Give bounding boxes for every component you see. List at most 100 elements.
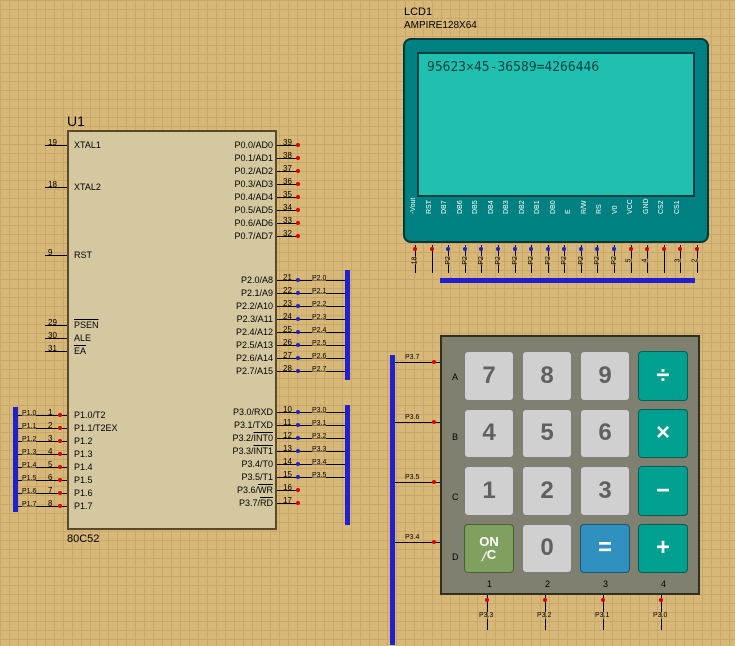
keypad-key-4[interactable]: 4 bbox=[464, 409, 514, 459]
keypad-col-label: 1 bbox=[487, 579, 492, 589]
keypad-key-2[interactable]: 2 bbox=[522, 466, 572, 516]
net-dot bbox=[296, 208, 300, 212]
mcu-ref: U1 bbox=[67, 113, 85, 129]
net-dot bbox=[432, 480, 436, 484]
mcu-pin-name: P3.2/INT0 bbox=[232, 433, 273, 443]
pin-wire bbox=[45, 351, 67, 352]
net-dot bbox=[58, 452, 62, 456]
mcu-pin-name: P2.0/A8 bbox=[241, 275, 273, 285]
keypad-col-label: 4 bbox=[661, 579, 666, 589]
mcu-pin-name: P3.7/RD bbox=[239, 498, 273, 508]
net-dot bbox=[58, 504, 62, 508]
net-dot bbox=[601, 598, 605, 602]
net-dot bbox=[296, 462, 300, 466]
keypad-row-net: P3.7 bbox=[405, 354, 419, 361]
net-dot bbox=[629, 247, 633, 251]
net-dot bbox=[296, 278, 300, 282]
net-label: P3.2 bbox=[312, 433, 326, 440]
keypad-key-ONC[interactable]: ON╱C bbox=[464, 524, 514, 574]
net-dot bbox=[296, 195, 300, 199]
lcd-pin-label: CS1 bbox=[674, 200, 702, 214]
pin-wire bbox=[277, 412, 345, 413]
net-label: P2.2 bbox=[312, 301, 326, 308]
keypad-col-label: 3 bbox=[603, 579, 608, 589]
keypad-key-[interactable]: ÷ bbox=[638, 351, 688, 401]
lcd-net-label: P2 bbox=[495, 256, 502, 265]
net-dot bbox=[296, 369, 300, 373]
lcd-net-label: 18 bbox=[411, 257, 418, 265]
net-dot bbox=[430, 247, 434, 251]
net-label: P2.5 bbox=[312, 340, 326, 347]
keypad-bus bbox=[390, 355, 395, 645]
mcu-pin-name: P1.0/T2 bbox=[74, 410, 106, 420]
lcd-net-label: P2 bbox=[578, 256, 585, 265]
keypad-key-[interactable]: − bbox=[638, 466, 688, 516]
net-dot bbox=[413, 247, 417, 251]
mcu-pin-name: ALE bbox=[74, 333, 91, 343]
pin-wire bbox=[277, 293, 345, 294]
keypad-key-9[interactable]: 9 bbox=[580, 351, 630, 401]
mcu-pin-name: P1.4 bbox=[74, 462, 93, 472]
lcd-display-text: 95623×45-36589=4266446 bbox=[419, 54, 693, 82]
keypad-key-[interactable]: = bbox=[580, 524, 630, 574]
mcu-pin-name: P3.6/WR bbox=[237, 485, 273, 495]
mcu-pin-name: P0.3/AD3 bbox=[234, 179, 273, 189]
pin-wire bbox=[277, 425, 345, 426]
keypad-col-net: P3.3 bbox=[479, 612, 493, 619]
net-label: P2.3 bbox=[312, 314, 326, 321]
net-label: P3.3 bbox=[312, 446, 326, 453]
net-label: P1.4 bbox=[22, 462, 36, 469]
mcu-pin-name: P3.1/TXD bbox=[234, 420, 273, 430]
p3-bus bbox=[345, 405, 350, 525]
lcd-bus bbox=[440, 278, 695, 283]
keypad-key-[interactable]: + bbox=[638, 524, 688, 574]
keypad-key-5[interactable]: 5 bbox=[522, 409, 572, 459]
net-dot bbox=[58, 426, 62, 430]
keypad-col-label: 2 bbox=[545, 579, 550, 589]
net-dot bbox=[432, 540, 436, 544]
lcd-part: AMPIRE128X64 bbox=[404, 20, 477, 31]
net-label: P2.4 bbox=[312, 327, 326, 334]
mcu-pin-name: P2.5/A13 bbox=[236, 340, 273, 350]
mcu-pin-name: P3.5/T1 bbox=[241, 472, 273, 482]
net-label: P2.7 bbox=[312, 366, 326, 373]
net-dot bbox=[296, 317, 300, 321]
keypad-key-7[interactable]: 7 bbox=[464, 351, 514, 401]
mcu-pin-name: P3.4/T0 bbox=[241, 459, 273, 469]
pin-wire bbox=[277, 371, 345, 372]
keypad-key-3[interactable]: 3 bbox=[580, 466, 630, 516]
lcd-net-label: P2 bbox=[478, 256, 485, 265]
mcu-pin-name: P3.3/INT1 bbox=[232, 446, 273, 456]
keypad-key-[interactable]: × bbox=[638, 409, 688, 459]
pin-wire bbox=[45, 338, 67, 339]
pin-wire bbox=[277, 306, 345, 307]
keypad-key-0[interactable]: 0 bbox=[522, 524, 572, 574]
net-dot bbox=[432, 360, 436, 364]
net-label: P1.0 bbox=[22, 410, 36, 417]
pin-wire bbox=[45, 187, 67, 188]
net-dot bbox=[432, 420, 436, 424]
keypad-key-6[interactable]: 6 bbox=[580, 409, 630, 459]
net-label: P3.5 bbox=[312, 472, 326, 479]
net-label: P3.1 bbox=[312, 420, 326, 427]
lcd-net-label: P2 bbox=[611, 256, 618, 265]
pin-wire bbox=[277, 345, 345, 346]
mcu-pin-name: P1.1/T2EX bbox=[74, 423, 118, 433]
net-dot bbox=[485, 598, 489, 602]
net-dot bbox=[58, 465, 62, 469]
net-dot bbox=[546, 247, 550, 251]
mcu-pin-name: P0.0/AD0 bbox=[234, 140, 273, 150]
lcd-net-label: P2 bbox=[462, 256, 469, 265]
keypad-key-1[interactable]: 1 bbox=[464, 466, 514, 516]
lcd-screen: 95623×45-36589=4266446 bbox=[417, 52, 695, 197]
keypad-col-net: P3.0 bbox=[653, 612, 667, 619]
lcd-net-label: 3 bbox=[675, 259, 682, 263]
net-label: P2.0 bbox=[312, 275, 326, 282]
mcu-pin-name: P1.5 bbox=[74, 475, 93, 485]
pin-wire bbox=[45, 325, 67, 326]
mcu-pin-name: XTAL1 bbox=[74, 140, 101, 150]
net-dot bbox=[496, 247, 500, 251]
keypad-row-label: A bbox=[452, 372, 458, 382]
keypad-key-8[interactable]: 8 bbox=[522, 351, 572, 401]
mcu-pin-name: P2.2/A10 bbox=[236, 301, 273, 311]
